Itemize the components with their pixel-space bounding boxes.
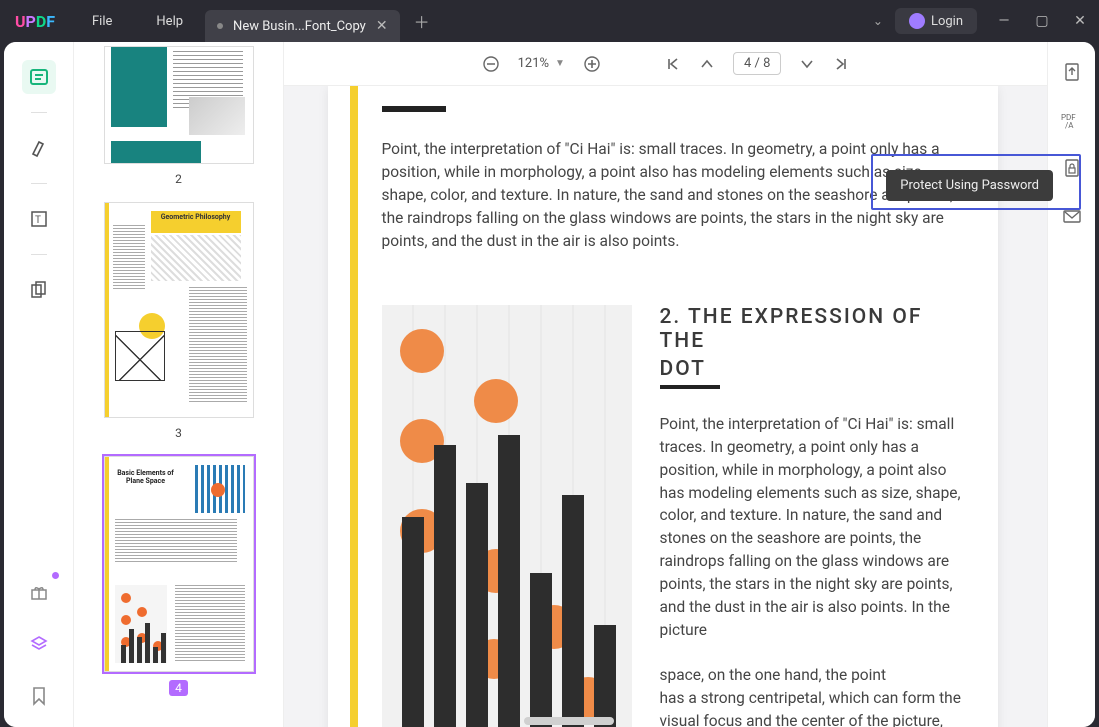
zoom-dropdown[interactable]: 121% ▼ bbox=[518, 56, 565, 71]
thumbnail-page-3[interactable]: Geometric Philosophy 3 bbox=[94, 202, 263, 440]
thumbnail-page-4[interactable]: Basic Elements of Plane Space 4 bbox=[94, 456, 263, 696]
bookmark-icon bbox=[30, 686, 48, 706]
first-page-button[interactable] bbox=[665, 56, 681, 72]
document-tab[interactable]: New Busin...Font_Copy ✕ bbox=[205, 10, 400, 42]
titlebar: UPDF File Help New Busin...Font_Copy ✕ ＋… bbox=[0, 0, 1099, 42]
last-page-button[interactable] bbox=[833, 56, 849, 72]
left-rail: T bbox=[4, 42, 74, 727]
login-label: Login bbox=[931, 14, 963, 29]
view-toolbar: 121% ▼ 4 / 8 bbox=[284, 42, 1047, 86]
plus-circle-icon bbox=[583, 55, 601, 73]
thumbnail-number: 2 bbox=[175, 172, 182, 186]
tab-close-icon[interactable]: ✕ bbox=[376, 18, 388, 34]
horizontal-scrollbar[interactable] bbox=[294, 717, 1035, 725]
document-area: 121% ▼ 4 / 8 bbox=[284, 42, 1047, 727]
lock-file-icon bbox=[1062, 158, 1082, 178]
chevron-down-icon: ▼ bbox=[555, 58, 565, 69]
reader-icon bbox=[29, 67, 49, 87]
window-maximize-button[interactable]: ▢ bbox=[1023, 13, 1061, 29]
export-file-icon bbox=[1062, 62, 1082, 82]
prev-page-button[interactable] bbox=[699, 56, 715, 72]
window-close-button[interactable]: ✕ bbox=[1061, 13, 1099, 29]
thumbnail-page-2[interactable]: 2 bbox=[94, 46, 263, 186]
window-minimize-button[interactable]: — bbox=[985, 13, 1023, 29]
chevron-up-icon bbox=[699, 56, 715, 72]
section-heading-line1: 2. THE EXPRESSION OF THE bbox=[660, 305, 966, 353]
protect-button[interactable] bbox=[1060, 156, 1084, 180]
menu-help[interactable]: Help bbox=[134, 14, 205, 29]
layers-icon bbox=[29, 634, 49, 654]
rail-comment-button[interactable] bbox=[22, 131, 56, 165]
pages-icon bbox=[29, 280, 49, 300]
rail-edit-button[interactable]: T bbox=[22, 202, 56, 236]
page-accent-bar bbox=[350, 86, 358, 727]
highlighter-icon bbox=[29, 138, 49, 158]
heading-rule bbox=[382, 106, 446, 112]
illustration bbox=[382, 305, 632, 727]
thumbnail-number: 3 bbox=[175, 426, 182, 440]
rail-bookmark-button[interactable] bbox=[22, 679, 56, 713]
mail-button[interactable] bbox=[1060, 204, 1084, 228]
new-tab-button[interactable]: ＋ bbox=[414, 9, 430, 33]
chevron-last-icon bbox=[833, 56, 849, 72]
login-button[interactable]: Login bbox=[895, 8, 977, 34]
avatar-icon bbox=[909, 13, 925, 29]
thumb4-heading: Basic Elements of Plane Space bbox=[115, 469, 177, 485]
zoom-in-button[interactable] bbox=[583, 55, 601, 73]
heading-rule bbox=[660, 385, 720, 389]
zoom-out-button[interactable] bbox=[482, 55, 500, 73]
svg-text:/A: /A bbox=[1065, 121, 1074, 130]
tab-title: New Busin...Font_Copy bbox=[233, 19, 366, 34]
svg-text:T: T bbox=[35, 215, 41, 226]
menu-file[interactable]: File bbox=[70, 14, 134, 29]
thumbnail-image: Geometric Philosophy bbox=[104, 202, 254, 418]
thumbnail-image: Basic Elements of Plane Space bbox=[104, 456, 254, 672]
thumbnail-number: 4 bbox=[169, 680, 188, 696]
pdfa-button[interactable]: PDF/A bbox=[1060, 108, 1084, 132]
next-page-button[interactable] bbox=[799, 56, 815, 72]
rail-organize-button[interactable] bbox=[22, 273, 56, 307]
tooltip: Protect Using Password bbox=[886, 170, 1053, 201]
minus-circle-icon bbox=[482, 55, 500, 73]
zoom-value: 121% bbox=[518, 56, 549, 71]
rail-reader-button[interactable] bbox=[22, 60, 56, 94]
right-rail: PDF/A bbox=[1047, 42, 1095, 727]
gift-icon bbox=[29, 582, 49, 602]
body-paragraph: Point, the interpretation of "Ci Hai" is… bbox=[660, 413, 966, 642]
rail-gift-button[interactable] bbox=[22, 575, 56, 609]
body-paragraph: space, on the one hand, the point bbox=[660, 664, 966, 687]
body-paragraph: Point, the interpretation of "Ci Hai" is… bbox=[382, 138, 966, 253]
tab-overflow-button[interactable]: ⌄ bbox=[873, 14, 883, 28]
section-heading-line2: DOT bbox=[660, 357, 706, 381]
tab-indicator-icon bbox=[217, 23, 223, 29]
chevron-down-icon bbox=[799, 56, 815, 72]
pdfa-icon: PDF/A bbox=[1061, 110, 1083, 130]
thumb3-heading: Geometric Philosophy bbox=[151, 211, 241, 233]
page-indicator[interactable]: 4 / 8 bbox=[733, 52, 781, 75]
app-logo: UPDF bbox=[0, 12, 70, 31]
thumbnails-panel[interactable]: 2 Geometric Philosophy 3 Basic Elements … bbox=[74, 42, 284, 727]
export-button[interactable] bbox=[1060, 60, 1084, 84]
rail-layers-button[interactable] bbox=[22, 627, 56, 661]
chevron-first-icon bbox=[665, 56, 681, 72]
edit-text-icon: T bbox=[29, 209, 49, 229]
thumbnail-image bbox=[104, 46, 254, 164]
mail-icon bbox=[1062, 206, 1082, 226]
